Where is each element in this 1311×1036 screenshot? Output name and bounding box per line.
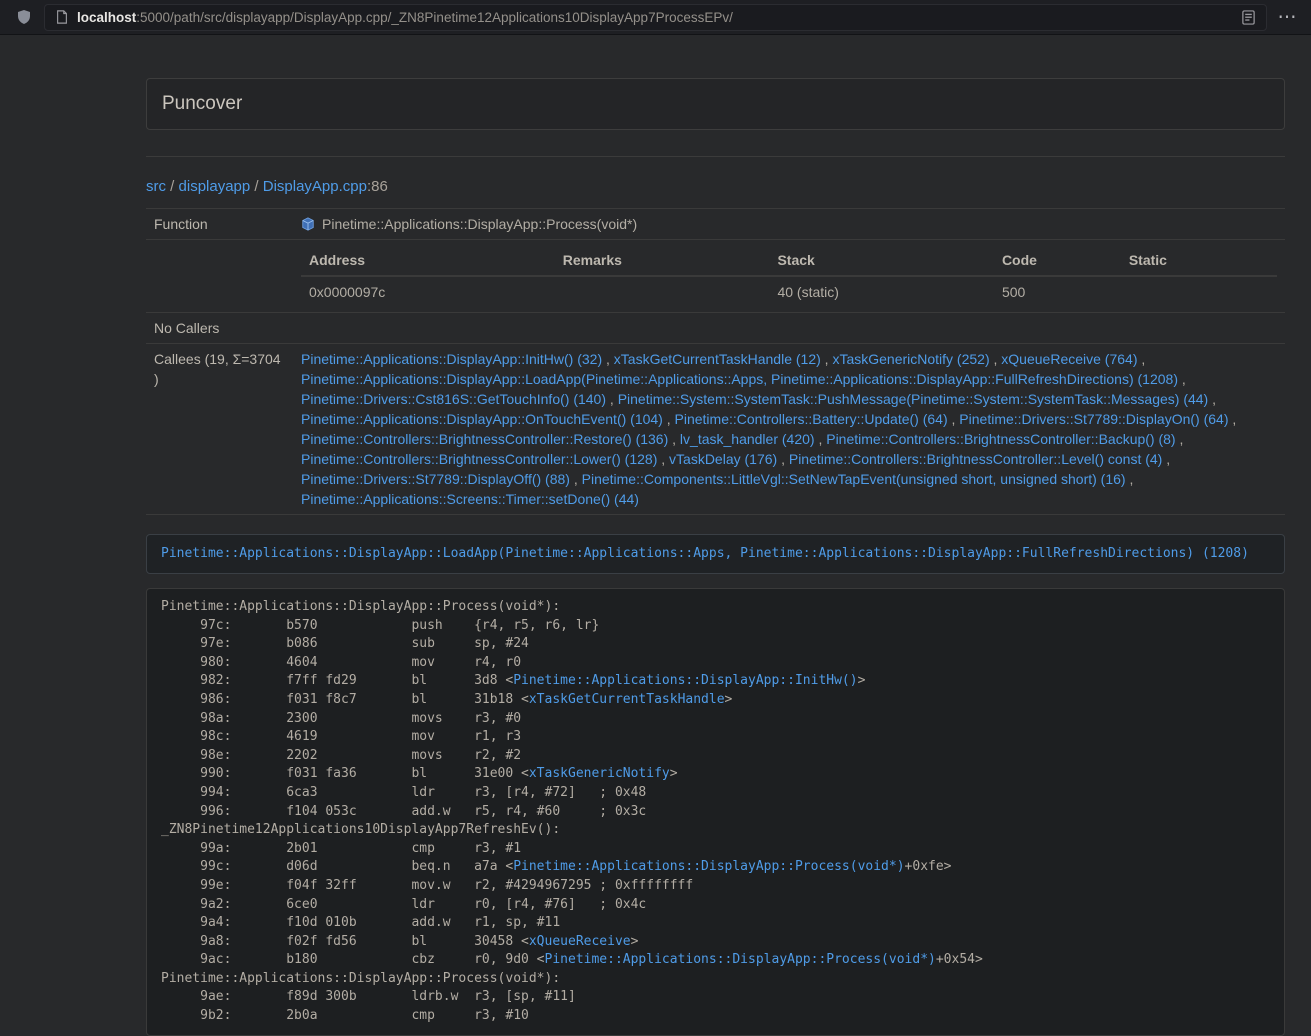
metrics-row: Address Remarks Stack Code Static 0x0000…: [146, 240, 1285, 313]
breadcrumb: src / displayapp / DisplayApp.cpp:86: [146, 176, 1285, 198]
breadcrumb-link-displayapp[interactable]: displayapp: [179, 178, 251, 195]
callee-link[interactable]: Pinetime::Applications::Screens::Timer::…: [301, 491, 639, 507]
highlighted-callee-box: Pinetime::Applications::DisplayApp::Load…: [146, 534, 1285, 574]
page-title: Puncover: [162, 93, 242, 114]
remarks-value: [555, 276, 770, 307]
reader-mode-icon: [1241, 10, 1256, 25]
disassembly-panel: Pinetime::Applications::DisplayApp::Proc…: [146, 588, 1285, 1036]
callee-link[interactable]: xTaskGenericNotify (252): [832, 351, 989, 367]
function-row-label: Function: [146, 209, 293, 240]
breadcrumb-separator: /: [250, 178, 263, 195]
column-header-stack: Stack: [769, 245, 993, 276]
metrics-header-row: Address Remarks Stack Code Static: [301, 245, 1277, 276]
column-header-code: Code: [994, 245, 1121, 276]
callee-link[interactable]: Pinetime::Controllers::BrightnessControl…: [301, 451, 657, 467]
metrics-table: Address Remarks Stack Code Static 0x0000…: [301, 245, 1277, 307]
code-symbol-link[interactable]: xTaskGetCurrentTaskHandle: [529, 692, 725, 707]
breadcrumb-link-file[interactable]: DisplayApp.cpp: [263, 178, 367, 195]
code-symbol-link[interactable]: Pinetime::Applications::DisplayApp::Proc…: [513, 859, 904, 874]
static-value: [1121, 276, 1277, 307]
symbol-table: Function Pinetime::Applications::Display…: [146, 208, 1285, 515]
callees-row: Callees (19, Σ=3704 ) Pinetime::Applicat…: [146, 344, 1285, 515]
code-symbol-link[interactable]: xTaskGenericNotify: [529, 766, 670, 781]
callee-link[interactable]: Pinetime::Controllers::BrightnessControl…: [301, 431, 668, 447]
no-callers-row: No Callers: [146, 313, 1285, 344]
code-symbol-link[interactable]: Pinetime::Applications::DisplayApp::Init…: [513, 673, 857, 688]
metrics-value-row: 0x0000097c 40 (static) 500: [301, 276, 1277, 307]
divider: [146, 156, 1285, 157]
reader-mode-button[interactable]: [1241, 10, 1256, 25]
browser-chrome: localhost:5000/path/src/displayapp/Displ…: [0, 0, 1311, 35]
breadcrumb-link-src[interactable]: src: [146, 178, 166, 195]
shield-button[interactable]: [10, 4, 38, 30]
app-header-panel: Puncover: [146, 78, 1285, 130]
callee-link[interactable]: Pinetime::Drivers::Cst816S::GetTouchInfo…: [301, 391, 606, 407]
disassembly: Pinetime::Applications::DisplayApp::Proc…: [161, 598, 1270, 1026]
callee-link[interactable]: Pinetime::Drivers::St7789::DisplayOn() (…: [959, 411, 1228, 427]
overflow-menu-button[interactable]: ⋯: [1273, 4, 1301, 30]
shield-icon: [16, 9, 32, 25]
callee-link[interactable]: Pinetime::System::SystemTask::PushMessag…: [618, 391, 1209, 407]
overflow-menu-icon: ⋯: [1278, 8, 1297, 27]
callee-link[interactable]: Pinetime::Controllers::BrightnessControl…: [789, 451, 1162, 467]
highlighted-callee-link[interactable]: Pinetime::Applications::DisplayApp::Load…: [161, 546, 1249, 561]
callee-link[interactable]: xQueueReceive (764): [1001, 351, 1137, 367]
url-host: localhost: [77, 10, 136, 25]
callee-link[interactable]: xTaskGetCurrentTaskHandle (12): [614, 351, 821, 367]
function-icon: [301, 217, 315, 231]
callees-label: Callees (19, Σ=3704 ): [146, 344, 293, 515]
callee-link[interactable]: Pinetime::Drivers::St7789::DisplayOff() …: [301, 471, 570, 487]
function-name: Pinetime::Applications::DisplayApp::Proc…: [322, 214, 637, 234]
callee-link[interactable]: Pinetime::Applications::DisplayApp::Init…: [301, 351, 602, 367]
callee-link[interactable]: lv_task_handler (420): [680, 431, 815, 447]
callee-link[interactable]: Pinetime::Applications::DisplayApp::Load…: [301, 371, 1178, 387]
callee-link[interactable]: vTaskDelay (176): [669, 451, 777, 467]
url-path: :5000/path/src/displayapp/DisplayApp.cpp…: [136, 10, 733, 25]
no-callers-label: No Callers: [146, 313, 293, 344]
code-symbol-link[interactable]: xQueueReceive: [529, 934, 631, 949]
column-header-address: Address: [301, 245, 555, 276]
breadcrumb-line-number: :86: [367, 178, 388, 195]
page-icon: [55, 10, 69, 24]
address-value: 0x0000097c: [301, 276, 555, 307]
code-size-value: 500: [994, 276, 1121, 307]
callee-link[interactable]: Pinetime::Applications::DisplayApp::OnTo…: [301, 411, 663, 427]
callees-list: Pinetime::Applications::DisplayApp::Init…: [293, 344, 1285, 515]
code-symbol-link[interactable]: Pinetime::Applications::DisplayApp::Proc…: [545, 952, 936, 967]
url-text: localhost:5000/path/src/displayapp/Displ…: [77, 10, 733, 25]
page-content: Puncover src / displayapp / DisplayApp.c…: [146, 78, 1285, 1036]
callee-link[interactable]: Pinetime::Controllers::Battery::Update()…: [675, 411, 948, 427]
column-header-static: Static: [1121, 245, 1277, 276]
url-bar[interactable]: localhost:5000/path/src/displayapp/Displ…: [44, 4, 1267, 31]
callee-link[interactable]: Pinetime::Controllers::BrightnessControl…: [826, 431, 1175, 447]
callee-link[interactable]: Pinetime::Components::LittleVgl::SetNewT…: [582, 471, 1126, 487]
breadcrumb-separator: /: [166, 178, 179, 195]
stack-value: 40 (static): [769, 276, 993, 307]
function-row: Function Pinetime::Applications::Display…: [146, 209, 1285, 240]
column-header-remarks: Remarks: [555, 245, 770, 276]
